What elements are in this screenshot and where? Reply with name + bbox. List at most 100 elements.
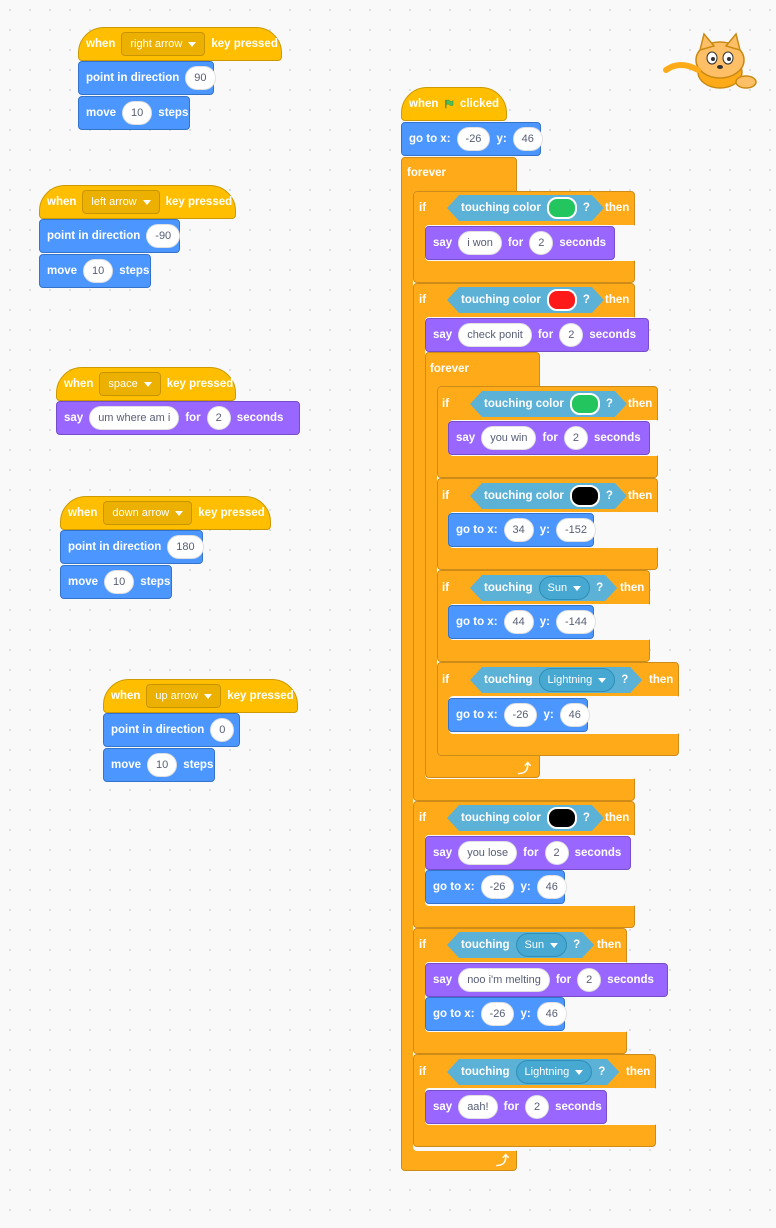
key-dropdown[interactable]: down arrow: [103, 501, 193, 525]
if-label: if: [419, 812, 427, 824]
say-for-secs-block[interactable]: say noo i'm melting for 2 seconds: [425, 963, 668, 997]
go-to-xy-block[interactable]: go to x: -26 y: 46: [425, 870, 567, 904]
point-in-direction-block[interactable]: point in direction -90: [39, 219, 181, 253]
then-label: then: [605, 202, 630, 214]
when-label: when: [111, 690, 141, 702]
key-dropdown[interactable]: space: [99, 372, 161, 396]
touching-color-condition[interactable]: touching color ?: [447, 195, 604, 221]
when-key-pressed-hat-right[interactable]: when right arrow key pressed: [78, 27, 282, 61]
move-steps-block[interactable]: move 10 steps: [39, 254, 151, 288]
sprite-dropdown[interactable]: Lightning: [516, 1060, 593, 1084]
steps-input[interactable]: 10: [83, 259, 114, 283]
point-in-direction-block[interactable]: point in direction 180: [60, 530, 204, 564]
seconds-input[interactable]: 2: [529, 231, 554, 255]
y-input[interactable]: -152: [556, 518, 597, 542]
x-input[interactable]: -26: [503, 703, 538, 727]
message-input[interactable]: you win: [481, 426, 537, 450]
for-label: for: [507, 237, 524, 249]
y-input[interactable]: -144: [556, 610, 597, 634]
x-input[interactable]: 34: [503, 518, 534, 542]
say-for-secs-block[interactable]: say check ponit for 2 seconds: [425, 318, 649, 352]
move-steps-block[interactable]: move 10 steps: [103, 748, 215, 782]
touching-sprite-condition[interactable]: touching Lightning ?: [447, 1059, 619, 1085]
touching-color-condition[interactable]: touching color ?: [470, 483, 627, 509]
sprite-dropdown[interactable]: Sun: [539, 576, 591, 600]
key-dropdown[interactable]: up arrow: [146, 684, 222, 708]
if-label: if: [419, 294, 427, 306]
message-input[interactable]: noo i'm melting: [458, 968, 550, 992]
say-for-secs-block[interactable]: say aah! for 2 seconds: [425, 1090, 607, 1124]
move-steps-block[interactable]: move 10 steps: [60, 565, 172, 599]
say-for-secs-block[interactable]: say i won for 2 seconds: [425, 226, 615, 260]
say-for-secs-block[interactable]: say you lose for 2 seconds: [425, 836, 631, 870]
when-flag-clicked-hat[interactable]: when clicked: [401, 87, 507, 121]
steps-label: steps: [158, 107, 189, 119]
y-input[interactable]: 46: [536, 875, 567, 899]
steps-input[interactable]: 10: [147, 753, 178, 777]
for-label: for: [523, 847, 539, 859]
seconds-input[interactable]: 2: [577, 968, 602, 992]
x-input[interactable]: 44: [503, 610, 534, 634]
direction-input[interactable]: -90: [146, 224, 181, 248]
color-swatch-black[interactable]: [570, 485, 600, 507]
x-input[interactable]: -26: [480, 875, 515, 899]
touching-sprite-condition[interactable]: touching Sun ?: [447, 932, 594, 958]
seconds-input[interactable]: 2: [544, 841, 569, 865]
message-input[interactable]: check ponit: [458, 323, 532, 347]
go-to-xy-block[interactable]: go to x: -26 y: 46: [448, 698, 590, 732]
color-swatch-green[interactable]: [570, 393, 600, 415]
x-input[interactable]: -26: [456, 127, 491, 151]
when-key-pressed-hat-space[interactable]: when space key pressed: [56, 367, 236, 401]
color-swatch-red[interactable]: [547, 289, 577, 311]
y-input[interactable]: 46: [512, 127, 543, 151]
key-dropdown[interactable]: left arrow: [82, 190, 160, 214]
steps-input[interactable]: 10: [122, 101, 153, 125]
when-label: when: [68, 507, 98, 519]
point-in-direction-block[interactable]: point in direction 0: [103, 713, 240, 747]
direction-input[interactable]: 180: [167, 535, 204, 559]
when-key-pressed-hat-left[interactable]: when left arrow key pressed: [39, 185, 236, 219]
y-input[interactable]: 46: [559, 703, 590, 727]
direction-input[interactable]: 90: [185, 66, 216, 90]
touching-color-condition[interactable]: touching color ?: [447, 805, 604, 831]
when-key-pressed-hat-down[interactable]: when down arrow key pressed: [60, 496, 271, 530]
message-input[interactable]: i won: [458, 231, 502, 255]
say-for-secs-block[interactable]: say um where am i for 2 seconds: [56, 401, 300, 435]
seconds-input[interactable]: 2: [559, 323, 584, 347]
if-label: if: [442, 398, 450, 410]
seconds-input[interactable]: 2: [524, 1095, 550, 1119]
go-to-xy-block[interactable]: go to x: 34 y: -152: [448, 513, 597, 547]
sprite-dropdown[interactable]: Sun: [516, 933, 568, 957]
touching-sprite-condition[interactable]: touching Lightning ?: [470, 667, 642, 693]
touching-color-condition[interactable]: touching color ?: [447, 287, 604, 313]
steps-input[interactable]: 10: [104, 570, 135, 594]
touching-color-label: touching color: [484, 490, 564, 502]
message-input[interactable]: you lose: [458, 841, 518, 865]
go-to-xy-block[interactable]: go to x: -26 y: 46: [401, 122, 543, 156]
goto-label: go to x:: [433, 1008, 475, 1020]
message-input[interactable]: aah!: [458, 1095, 498, 1119]
direction-input[interactable]: 0: [210, 718, 235, 742]
y-input[interactable]: 46: [536, 1002, 567, 1026]
move-steps-block[interactable]: move 10 steps: [78, 96, 190, 130]
touching-color-condition[interactable]: touching color ?: [470, 391, 627, 417]
message-input[interactable]: um where am i: [89, 406, 180, 430]
point-in-direction-block[interactable]: point in direction 90: [78, 61, 216, 95]
key-dropdown[interactable]: right arrow: [121, 32, 206, 56]
touching-sprite-condition[interactable]: touching Sun ?: [470, 575, 617, 601]
x-input[interactable]: -26: [480, 1002, 515, 1026]
move-label: move: [68, 576, 99, 588]
color-swatch-green[interactable]: [547, 197, 577, 219]
seconds-input[interactable]: 2: [206, 406, 231, 430]
sprite-value: Sun: [524, 939, 545, 951]
then-label: then: [605, 294, 630, 306]
say-for-secs-block[interactable]: say you win for 2 seconds: [448, 421, 650, 455]
go-to-xy-block[interactable]: go to x: -26 y: 46: [425, 997, 567, 1031]
go-to-xy-block[interactable]: go to x: 44 y: -144: [448, 605, 597, 639]
sprite-dropdown[interactable]: Lightning: [539, 668, 616, 692]
when-key-pressed-hat-up[interactable]: when up arrow key pressed: [103, 679, 298, 713]
seconds-input[interactable]: 2: [563, 426, 588, 450]
then-label: then: [626, 1066, 651, 1078]
touching-color-label: touching color: [484, 398, 564, 410]
color-swatch-black[interactable]: [547, 807, 577, 829]
